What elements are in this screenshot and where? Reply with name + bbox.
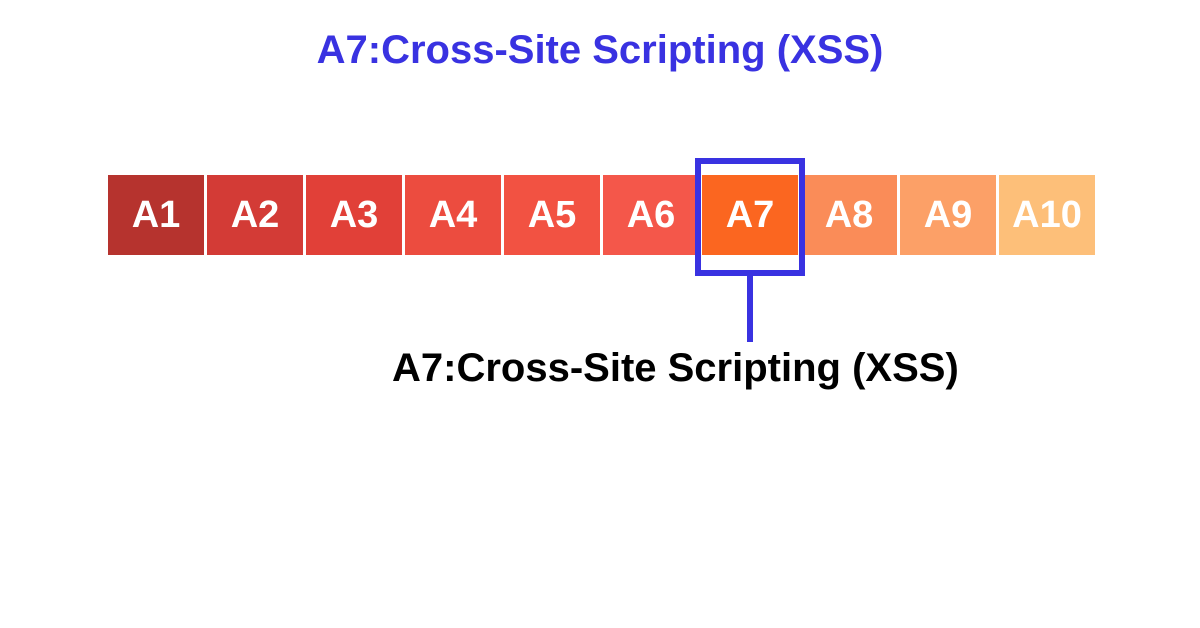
callout-label: A7:Cross-Site Scripting (XSS) <box>392 346 959 391</box>
scale-cell-a5: A5 <box>504 175 600 255</box>
scale-cell-a6: A6 <box>603 175 699 255</box>
scale-cell-a3: A3 <box>306 175 402 255</box>
scale-cell-a2: A2 <box>207 175 303 255</box>
severity-scale: A1A2A3A4A5A6A7A8A9A10 <box>108 175 1095 255</box>
diagram-title: A7:Cross-Site Scripting (XSS) <box>0 28 1200 73</box>
connector-line <box>747 274 753 342</box>
scale-cell-a1: A1 <box>108 175 204 255</box>
scale-cell-a4: A4 <box>405 175 501 255</box>
scale-cell-a9: A9 <box>900 175 996 255</box>
scale-cell-a7: A7 <box>702 175 798 255</box>
scale-cell-a8: A8 <box>801 175 897 255</box>
scale-cell-a10: A10 <box>999 175 1095 255</box>
